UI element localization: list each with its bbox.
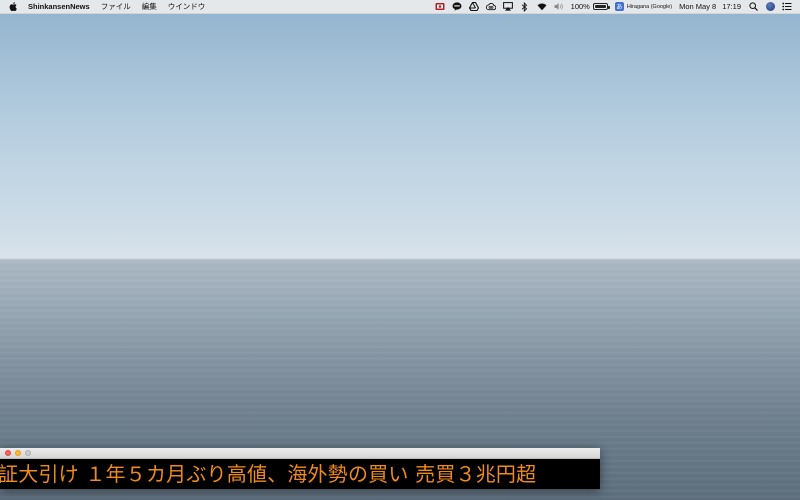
- menu-window[interactable]: ウインドウ: [168, 1, 206, 12]
- creative-cloud-icon[interactable]: [485, 2, 496, 12]
- battery-status[interactable]: 100%: [570, 2, 610, 11]
- battery-level-fill: [594, 5, 606, 8]
- menu-file[interactable]: ファイル: [101, 1, 131, 12]
- horizon: [0, 257, 800, 261]
- menu-bar-right: 100% あ Hiragana (Google) Mon May 8 17:19: [435, 1, 800, 12]
- photo-booth-icon[interactable]: [435, 2, 445, 12]
- line-icon[interactable]: [452, 2, 462, 12]
- input-source-menu[interactable]: あ Hiragana (Google): [614, 2, 673, 11]
- volume-icon[interactable]: [554, 2, 564, 12]
- clock-time: 17:19: [722, 2, 741, 11]
- zoom-button[interactable]: [25, 450, 31, 456]
- bluetooth-icon[interactable]: [520, 1, 530, 12]
- user-avatar[interactable]: [765, 2, 775, 12]
- clock-date: Mon May 8: [679, 2, 717, 11]
- battery-icon: [592, 3, 610, 10]
- input-source-label: Hiragana (Google): [626, 3, 673, 10]
- google-drive-icon[interactable]: [468, 2, 479, 12]
- menu-bar-left: ShinkansenNews ファイル 編集 ウインドウ: [0, 1, 205, 12]
- notification-center-icon[interactable]: [782, 2, 792, 12]
- app-name-menu[interactable]: ShinkansenNews: [28, 2, 90, 11]
- ticker-body: 証大引け １年５カ月ぶり高値、海外勢の買い 売買３兆円超: [0, 459, 600, 489]
- apple-menu-icon[interactable]: [9, 2, 17, 12]
- input-source-badge: あ: [614, 2, 624, 11]
- window-titlebar[interactable]: [0, 448, 600, 459]
- minimize-button[interactable]: [15, 450, 21, 456]
- menu-edit[interactable]: 編集: [142, 1, 157, 12]
- battery-percent: 100%: [570, 2, 590, 11]
- menu-bar-clock[interactable]: Mon May 8 17:19: [679, 2, 741, 11]
- airplay-icon[interactable]: [502, 2, 513, 12]
- wifi-icon[interactable]: [537, 2, 547, 12]
- menu-bar: ShinkansenNews ファイル 編集 ウインドウ 100% あ Hira…: [0, 0, 800, 14]
- news-ticker-window[interactable]: 証大引け １年５カ月ぶり高値、海外勢の買い 売買３兆円超: [0, 448, 600, 489]
- desktop: ShinkansenNews ファイル 編集 ウインドウ 100% あ Hira…: [0, 0, 800, 500]
- close-button[interactable]: [5, 450, 11, 456]
- ticker-headline[interactable]: 証大引け １年５カ月ぶり高値、海外勢の買い 売買３兆円超: [0, 459, 536, 489]
- spotlight-search-icon[interactable]: [748, 2, 758, 12]
